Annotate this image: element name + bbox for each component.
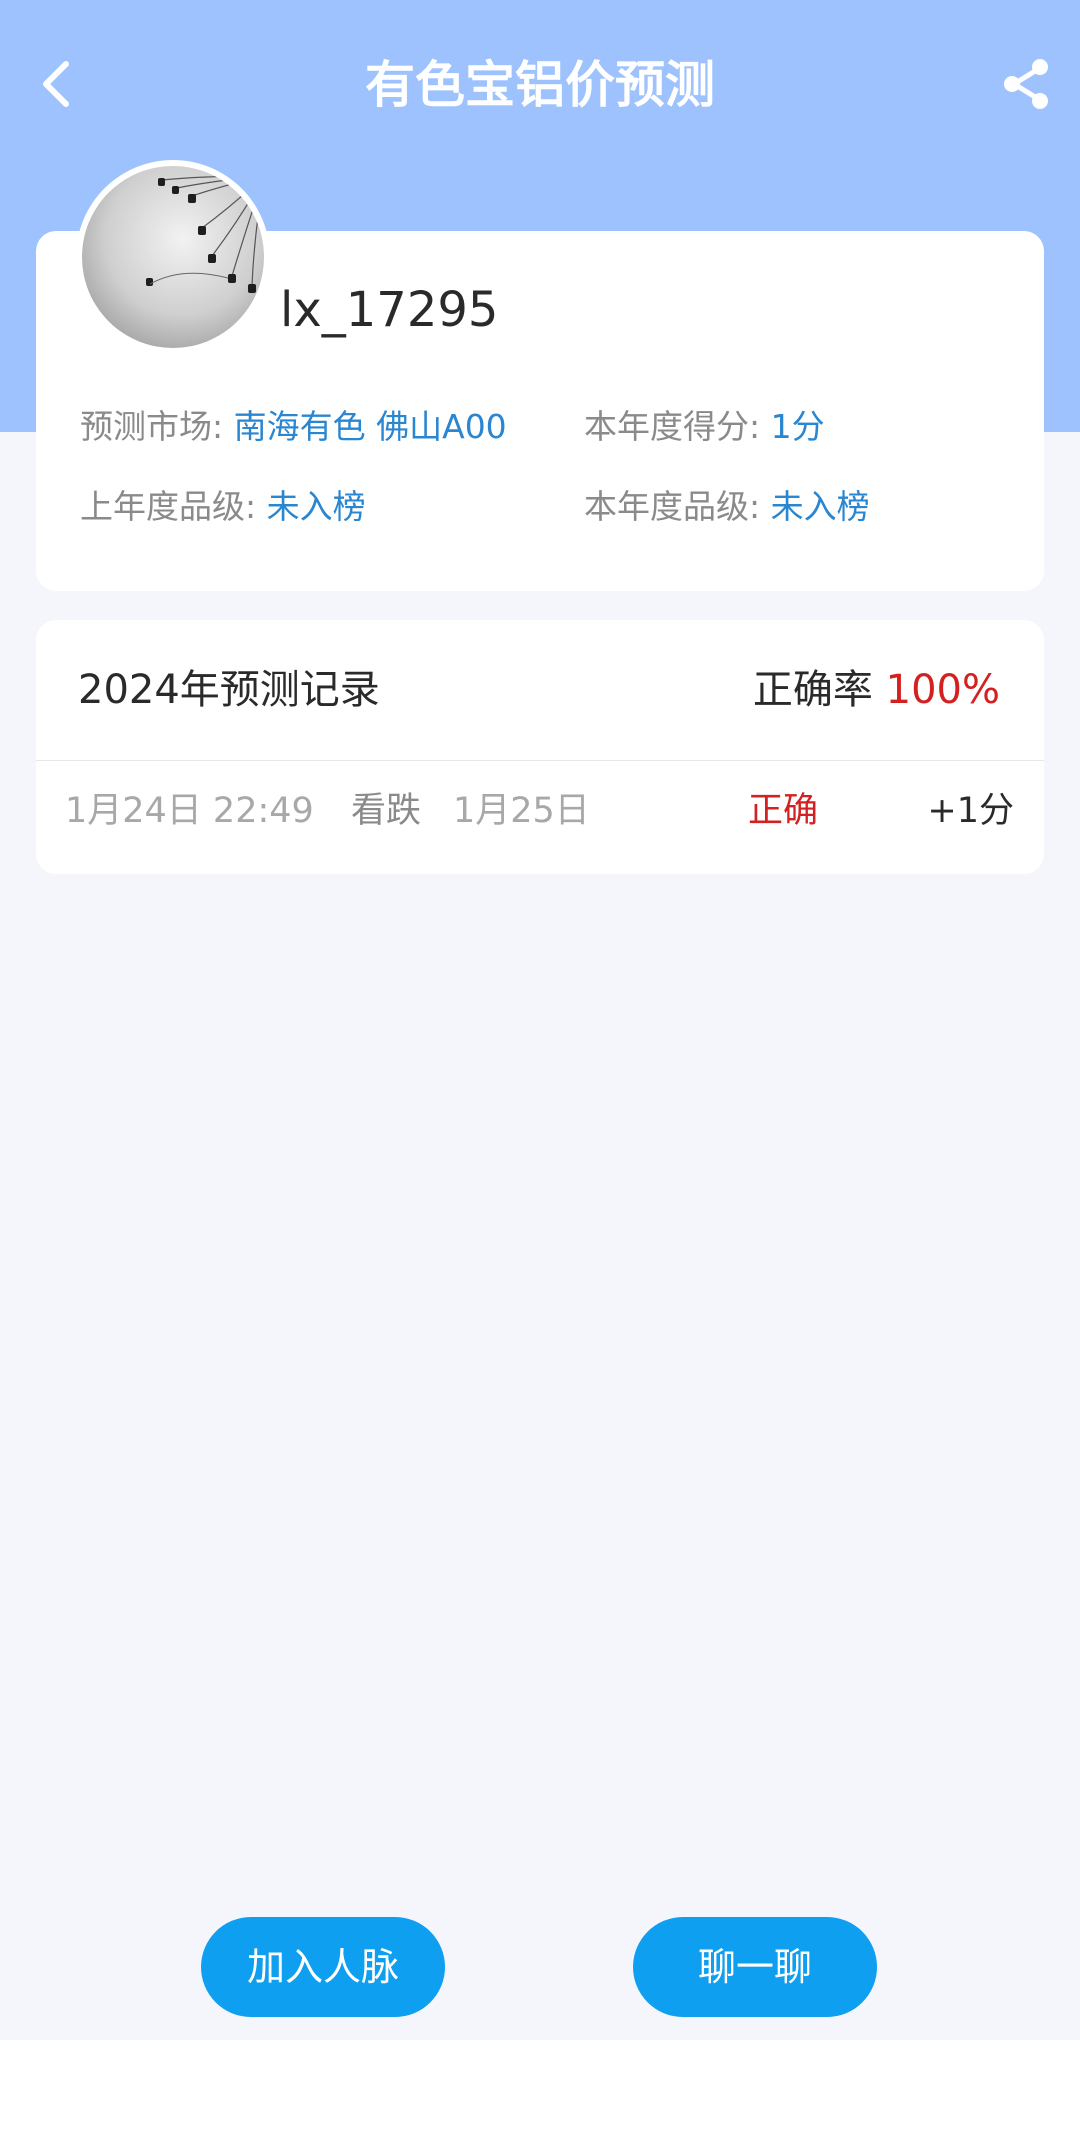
record-row[interactable]: 1月24日 22:49 看跌 1月25日 正确 +1分 <box>36 761 1044 861</box>
add-contact-button[interactable]: 加入人脉 <box>201 1917 445 2017</box>
records-card: 2024年预测记录 正确率 100% 1月24日 22:49 看跌 1月25日 … <box>36 620 1044 874</box>
last-year-grade-row: 上年度品级: 未入榜 <box>80 484 366 530</box>
this-year-grade-row: 本年度品级: 未入榜 <box>584 484 870 530</box>
page-title: 有色宝铝价预测 <box>365 56 715 114</box>
score-label: 本年度得分: <box>584 407 761 446</box>
avatar-image <box>82 166 264 348</box>
username: lx_17295 <box>280 282 499 338</box>
record-points: +1分 <box>927 791 1014 831</box>
this-year-grade-value: 未入榜 <box>770 487 870 526</box>
record-direction: 看跌 <box>351 791 422 831</box>
top-bar: 有色宝铝价预测 <box>0 30 1080 140</box>
records-title: 2024年预测记录 <box>78 667 380 713</box>
score-row: 本年度得分: 1分 <box>584 404 825 450</box>
market-row: 预测市场: 南海有色 佛山A00 <box>80 404 507 450</box>
bottom-area <box>0 2040 1080 2143</box>
chat-button[interactable]: 聊一聊 <box>633 1917 877 2017</box>
record-datetime: 1月24日 22:49 <box>65 791 314 831</box>
avatar[interactable] <box>76 160 270 354</box>
accuracy-label: 正确率 <box>752 667 873 713</box>
record-target-date: 1月25日 <box>453 791 590 831</box>
last-year-grade-value: 未入榜 <box>266 487 366 526</box>
market-label: 预测市场: <box>80 407 224 446</box>
records-header: 2024年预测记录 正确率 100% <box>36 620 1044 761</box>
accuracy-value: 100% <box>885 667 1000 713</box>
share-icon[interactable] <box>1000 56 1052 112</box>
this-year-grade-label: 本年度品级: <box>584 487 761 526</box>
record-result: 正确 <box>748 791 819 831</box>
score-value: 1分 <box>770 407 825 446</box>
market-value: 南海有色 佛山A00 <box>233 407 507 446</box>
accuracy: 正确率 100% <box>753 664 1000 716</box>
last-year-grade-label: 上年度品级: <box>80 487 257 526</box>
